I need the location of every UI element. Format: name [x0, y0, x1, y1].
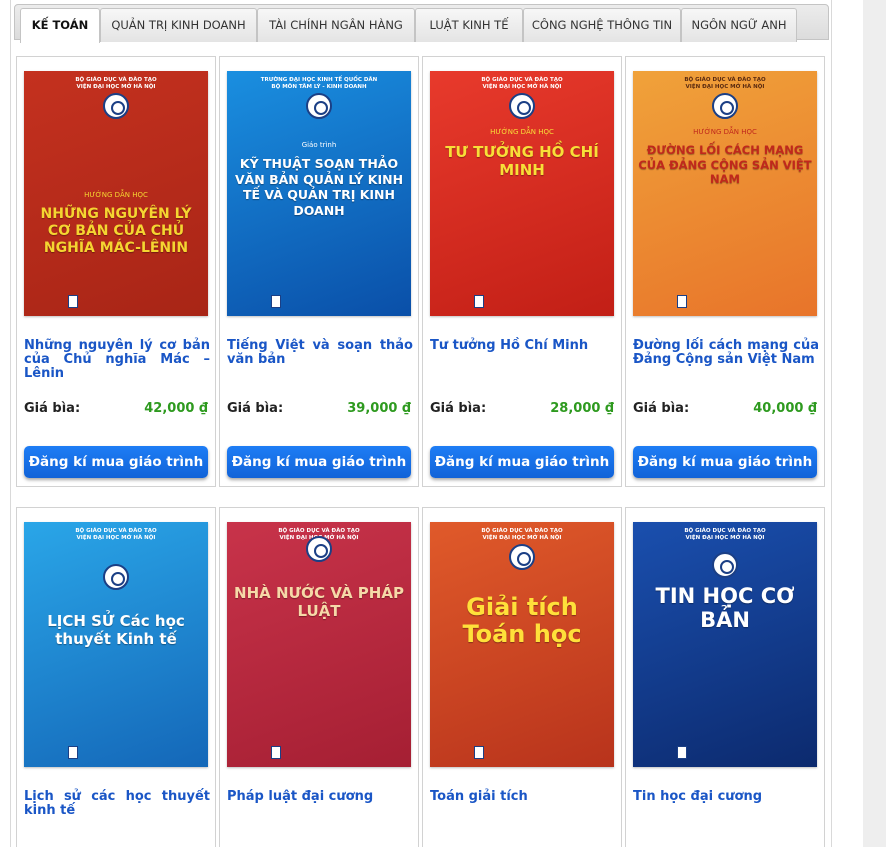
book-cover[interactable]: TRƯỜNG ĐẠI HỌC KINH TẾ QUỐC DÂN BỘ MÔN T… — [227, 71, 411, 316]
cover-title-text: KỸ THUẬT SOẠN THẢO VĂN BẢN QUẢN LÝ KINH … — [234, 156, 404, 218]
university-logo-icon — [509, 544, 535, 570]
book-cover[interactable]: BỘ GIÁO DỤC VÀ ĐÀO TẠO VIỆN ĐẠI HỌC MỞ H… — [430, 522, 614, 767]
book-title-link[interactable]: Tiếng Việt và soạn thảo văn bản — [227, 339, 413, 367]
tab-ngon-ngu-anh[interactable]: NGÔN NGỮ ANH — [681, 8, 797, 42]
book-title-link[interactable]: Tư tưởng Hồ Chí Minh — [430, 339, 616, 353]
book-cover[interactable]: BỘ GIÁO DỤC VÀ ĐÀO TẠO VIỆN ĐẠI HỌC MỞ H… — [633, 71, 817, 316]
book-title-link[interactable]: Những nguyên lý cơ bản của Chủ nghĩa Mác… — [24, 339, 210, 381]
book-card: TRƯỜNG ĐẠI HỌC KINH TẾ QUỐC DÂN BỘ MÔN T… — [219, 56, 419, 487]
register-buy-button[interactable]: Đăng kí mua giáo trình — [227, 446, 411, 478]
book-title-link[interactable]: Toán giải tích — [430, 790, 616, 804]
register-buy-button[interactable]: Đăng kí mua giáo trình — [430, 446, 614, 478]
cover-kicker-text: HƯỚNG DẪN HỌC — [84, 191, 148, 199]
book-cover[interactable]: BỘ GIÁO DỤC VÀ ĐÀO TẠO VIỆN ĐẠI HỌC MỞ H… — [24, 522, 208, 767]
cover-publisher-text: BỘ GIÁO DỤC VÀ ĐÀO TẠO VIỆN ĐẠI HỌC MỞ H… — [75, 77, 157, 90]
university-logo-icon — [712, 552, 738, 578]
cover-publisher-text: BỘ GIÁO DỤC VÀ ĐÀO TẠO VIỆN ĐẠI HỌC MỞ H… — [75, 528, 157, 541]
book-title-link[interactable]: Đường lối cách mạng của Đảng Cộng sản Vi… — [633, 339, 819, 367]
publisher-logo-icon — [474, 295, 484, 308]
publisher-logo-icon — [474, 746, 484, 759]
university-logo-icon — [103, 564, 129, 590]
publisher-logo-icon — [68, 295, 78, 308]
price-label: Giá bìa: — [430, 401, 487, 416]
book-card: BỘ GIÁO DỤC VÀ ĐÀO TẠO VIỆN ĐẠI HỌC MỞ H… — [219, 507, 419, 847]
book-card: BỘ GIÁO DỤC VÀ ĐÀO TẠO VIỆN ĐẠI HỌC MỞ H… — [422, 56, 622, 487]
publisher-logo-icon — [677, 295, 687, 308]
publisher-logo-icon — [271, 746, 281, 759]
price-label: Giá bìa: — [24, 401, 81, 416]
book-title-link[interactable]: Lịch sử các học thuyết kinh tế — [24, 790, 210, 818]
price-value: 39,000 ₫ — [347, 401, 411, 416]
price-label: Giá bìa: — [633, 401, 690, 416]
cover-publisher-text: BỘ GIÁO DỤC VÀ ĐÀO TẠO VIỆN ĐẠI HỌC MỞ H… — [684, 77, 766, 90]
university-logo-icon — [103, 93, 129, 119]
cover-kicker-text: HƯỚNG DẪN HỌC — [490, 128, 554, 136]
publisher-logo-icon — [677, 746, 687, 759]
book-cover[interactable]: BỘ GIÁO DỤC VÀ ĐÀO TẠO VIỆN ĐẠI HỌC MỞ H… — [633, 522, 817, 767]
cover-title-text: Giải tích Toán học — [462, 593, 582, 648]
book-title-link[interactable]: Pháp luật đại cương — [227, 790, 413, 804]
university-logo-icon — [712, 93, 738, 119]
price-value: 28,000 ₫ — [550, 401, 614, 416]
tab-ke-toan[interactable]: KẾ TOÁN — [20, 8, 100, 43]
book-title-link[interactable]: Tin học đại cương — [633, 790, 819, 804]
cover-publisher-text: TRƯỜNG ĐẠI HỌC KINH TẾ QUỐC DÂN BỘ MÔN T… — [260, 77, 378, 90]
cover-title-text: TIN HỌC CƠ BẢN — [655, 584, 795, 632]
book-cover[interactable]: BỘ GIÁO DỤC VÀ ĐÀO TẠO VIỆN ĐẠI HỌC MỞ H… — [24, 71, 208, 316]
book-cover[interactable]: BỘ GIÁO DỤC VÀ ĐÀO TẠO VIỆN ĐẠI HỌC MỞ H… — [430, 71, 614, 316]
book-card: BỘ GIÁO DỤC VÀ ĐÀO TẠO VIỆN ĐẠI HỌC MỞ H… — [422, 507, 622, 847]
register-buy-button[interactable]: Đăng kí mua giáo trình — [633, 446, 817, 478]
tab-tai-chinh-ngan-hang[interactable]: TÀI CHÍNH NGÂN HÀNG — [257, 8, 415, 42]
page-scroll-gutter — [863, 0, 886, 847]
publisher-logo-icon — [271, 295, 281, 308]
book-cover[interactable]: BỘ GIÁO DỤC VÀ ĐÀO TẠO VIỆN ĐẠI HỌC MỞ H… — [227, 522, 411, 767]
publisher-logo-icon — [68, 746, 78, 759]
university-logo-icon — [306, 536, 332, 562]
cover-title-text: NHỮNG NGUYÊN LÝ CƠ BẢN CỦA CHỦ NGHĨA MÁC… — [40, 206, 192, 256]
cover-title-text: TƯ TƯỞNG HỒ CHÍ MINH — [445, 143, 599, 179]
university-logo-icon — [509, 93, 535, 119]
cover-publisher-text: BỘ GIÁO DỤC VÀ ĐÀO TẠO VIỆN ĐẠI HỌC MỞ H… — [481, 528, 563, 541]
cover-publisher-text: BỘ GIÁO DỤC VÀ ĐÀO TẠO VIỆN ĐẠI HỌC MỞ H… — [481, 77, 563, 90]
tab-cong-nghe-thong-tin[interactable]: CÔNG NGHỆ THÔNG TIN — [523, 8, 681, 42]
category-tabs: KẾ TOÁN QUẢN TRỊ KINH DOANH TÀI CHÍNH NG… — [14, 4, 829, 43]
cover-title-text: LỊCH SỬ Các học thuyết Kinh tế — [47, 612, 185, 648]
price-value: 42,000 ₫ — [144, 401, 208, 416]
cover-title-text: NHÀ NƯỚC VÀ PHÁP LUẬT — [234, 584, 404, 620]
cover-kicker-text: Giáo trình — [301, 141, 337, 149]
book-card: BỘ GIÁO DỤC VÀ ĐÀO TẠO VIỆN ĐẠI HỌC MỞ H… — [625, 56, 825, 487]
price-value: 40,000 ₫ — [753, 401, 817, 416]
book-card: BỘ GIÁO DỤC VÀ ĐÀO TẠO VIỆN ĐẠI HỌC MỞ H… — [16, 507, 216, 847]
book-card: BỘ GIÁO DỤC VÀ ĐÀO TẠO VIỆN ĐẠI HỌC MỞ H… — [16, 56, 216, 487]
cover-kicker-text: HƯỚNG DẪN HỌC — [693, 128, 757, 136]
cover-publisher-text: BỘ GIÁO DỤC VÀ ĐÀO TẠO VIỆN ĐẠI HỌC MỞ H… — [684, 528, 766, 541]
tab-quan-tri-kinh-doanh[interactable]: QUẢN TRỊ KINH DOANH — [100, 8, 257, 42]
price-label: Giá bìa: — [227, 401, 284, 416]
cover-title-text: ĐƯỜNG LỐI CÁCH MẠNG CỦA ĐẢNG CỘNG SẢN VI… — [638, 143, 812, 186]
tab-luat-kinh-te[interactable]: LUẬT KINH TẾ — [415, 8, 523, 42]
register-buy-button[interactable]: Đăng kí mua giáo trình — [24, 446, 208, 478]
book-card: BỘ GIÁO DỤC VÀ ĐÀO TẠO VIỆN ĐẠI HỌC MỞ H… — [625, 507, 825, 847]
university-logo-icon — [306, 93, 332, 119]
